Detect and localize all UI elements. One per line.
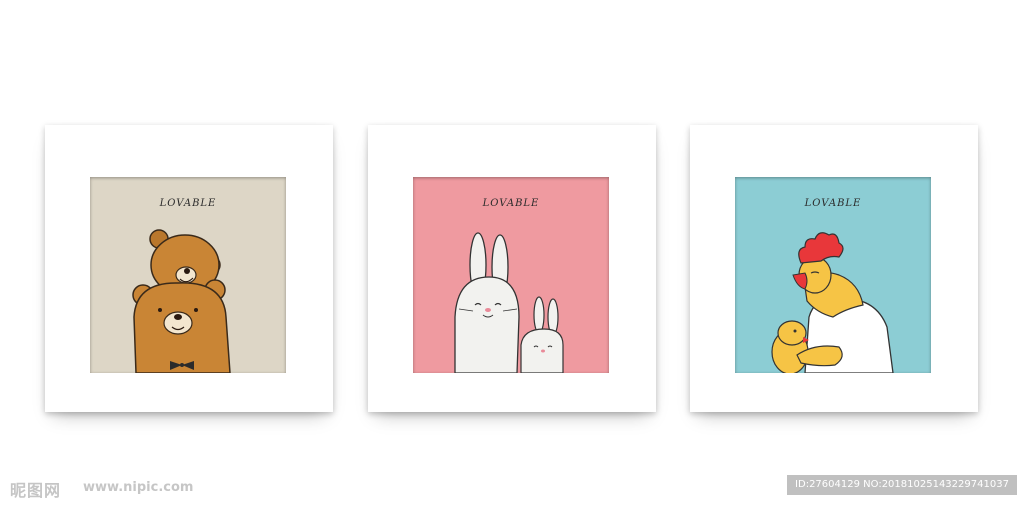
artwork-rooster: LOVABLE	[735, 177, 931, 373]
artwork-title: LOVABLE	[482, 198, 540, 209]
picture-frame-bears: LOVABLE	[45, 125, 333, 412]
artwork-title: LOVABLE	[804, 198, 862, 209]
watermark-url: www.nipic.com	[83, 480, 194, 495]
artwork-rabbits: LOVABLE	[413, 177, 609, 373]
watermark-id-badge: ID:27604129 NO:20181025143229741037	[787, 475, 1017, 495]
artwork-bears: LOVABLE	[90, 177, 286, 373]
picture-frame-rabbits: LOVABLE	[368, 125, 656, 412]
artwork-title: LOVABLE	[159, 198, 217, 209]
watermark-logo: 昵图网	[10, 481, 62, 500]
picture-frame-rooster: LOVABLE	[690, 125, 978, 412]
